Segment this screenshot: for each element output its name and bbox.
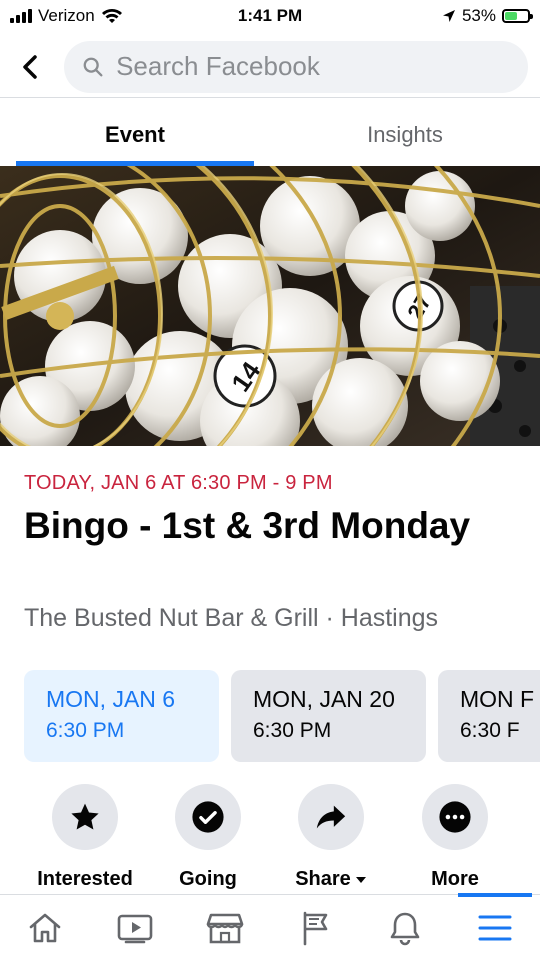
- going-button[interactable]: Going: [143, 784, 273, 891]
- date-card[interactable]: MON, JAN 20 6:30 PM: [231, 670, 426, 762]
- more-dots-icon: [439, 801, 471, 833]
- signal-icon: [10, 9, 32, 23]
- more-circle: [422, 784, 488, 850]
- share-label: Share: [295, 868, 367, 891]
- event-actions: Interested Going Share More: [0, 784, 540, 894]
- more-label: More: [431, 868, 479, 890]
- star-icon: [71, 803, 99, 830]
- location-arrow-icon: [442, 10, 455, 22]
- share-label-text: Share: [295, 868, 351, 890]
- status-bar: Verizon 1:41 PM 53%: [0, 0, 540, 32]
- search-input[interactable]: [116, 51, 510, 82]
- nav-menu[interactable]: [450, 893, 540, 960]
- share-arrow-icon: [316, 805, 346, 829]
- event-cover-photo[interactable]: 27 14: [0, 166, 540, 446]
- share-button[interactable]: Share: [266, 784, 396, 891]
- search-icon: [83, 57, 103, 76]
- notifications-bell-icon: [390, 912, 420, 946]
- search-bar[interactable]: [64, 40, 528, 93]
- watch-video-icon: [117, 914, 153, 944]
- back-button[interactable]: [12, 49, 48, 85]
- battery-fill: [505, 12, 517, 20]
- marketplace-icon: [206, 913, 244, 944]
- nav-pages[interactable]: [270, 895, 360, 960]
- carrier-label: Verizon: [38, 6, 95, 25]
- check-circle-icon: [192, 801, 224, 833]
- status-right: 53%: [442, 6, 533, 26]
- tab-event[interactable]: Event: [0, 104, 270, 166]
- date-card-partial[interactable]: MON F 6:30 F: [438, 670, 540, 762]
- event-datetime: TODAY, JAN 6 AT 6:30 PM - 9 PM: [24, 472, 333, 494]
- share-circle: [298, 784, 364, 850]
- date-card-time: 6:30 PM: [253, 719, 332, 742]
- nav-watch[interactable]: [90, 895, 180, 960]
- wifi-icon: [101, 9, 122, 23]
- event-venue[interactable]: The Busted Nut Bar & Grill · Hastings: [24, 604, 438, 633]
- top-header: [0, 36, 540, 98]
- going-circle: [175, 784, 241, 850]
- bottom-nav: [0, 893, 540, 960]
- event-tabs: Event Insights: [0, 104, 540, 166]
- date-card[interactable]: MON, JAN 6 6:30 PM: [24, 670, 219, 762]
- bingo-cage-image: 27 14: [0, 166, 540, 446]
- date-card-time: 6:30 PM: [46, 719, 125, 742]
- date-card-date: MON, JAN 6: [46, 686, 176, 712]
- nav-notifications[interactable]: [360, 895, 450, 960]
- more-button[interactable]: More: [390, 784, 520, 891]
- event-dates-row: MON, JAN 6 6:30 PM MON, JAN 20 6:30 PM M…: [24, 670, 540, 762]
- caret-down-icon: [355, 876, 366, 883]
- date-card-date: MON F: [460, 686, 535, 712]
- interested-button[interactable]: Interested: [20, 784, 150, 891]
- nav-marketplace[interactable]: [180, 895, 270, 960]
- pages-flag-icon: [303, 911, 328, 946]
- status-left: Verizon: [10, 6, 123, 26]
- menu-icon: [478, 915, 512, 941]
- interested-circle: [52, 784, 118, 850]
- event-title: Bingo - 1st & 3rd Monday: [24, 505, 471, 546]
- battery-percent: 53%: [461, 6, 496, 25]
- interested-label: Interested: [37, 868, 133, 890]
- battery-icon: [502, 9, 533, 23]
- date-card-date: MON, JAN 20: [253, 686, 395, 712]
- going-label: Going: [179, 868, 237, 890]
- tab-insights[interactable]: Insights: [270, 104, 540, 166]
- chevron-left-icon: [23, 54, 37, 79]
- home-icon: [29, 913, 61, 943]
- nav-home[interactable]: [0, 895, 90, 960]
- date-card-time: 6:30 F: [460, 719, 520, 742]
